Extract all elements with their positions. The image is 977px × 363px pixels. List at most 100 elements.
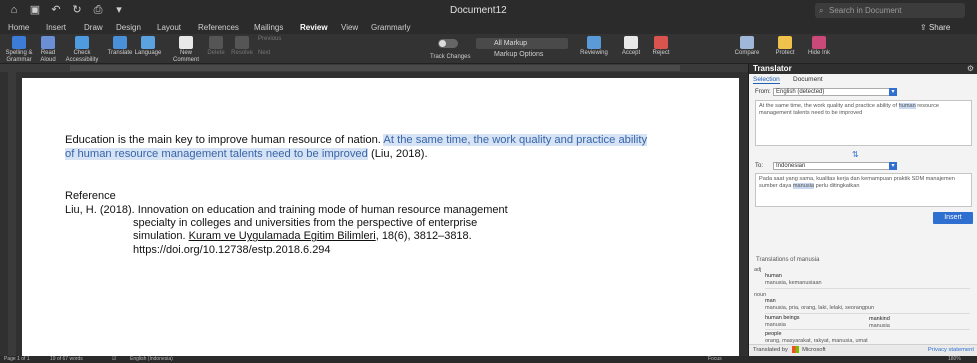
microsoft-logo-icon — [791, 345, 799, 353]
paragraph-text: Education is the main key to improve hum… — [65, 134, 384, 146]
to-language-value: Indonesian — [776, 163, 806, 169]
translator-header: Translator ⚙ — [749, 64, 977, 74]
tab-view[interactable]: View — [341, 22, 358, 34]
resolve-icon — [235, 36, 249, 49]
tab-insert[interactable]: Insert — [46, 22, 66, 34]
translate-button[interactable]: Translate — [106, 36, 134, 57]
spelling-icon — [12, 36, 26, 49]
vertical-ruler[interactable] — [8, 72, 16, 356]
compare-button[interactable]: Compare — [732, 36, 762, 57]
tab-design[interactable]: Design — [116, 22, 141, 34]
privacy-statement-link[interactable]: Privacy statement — [928, 345, 974, 356]
language-label: Language — [134, 50, 162, 56]
delete-comment-button[interactable]: Delete — [206, 36, 226, 57]
entry-alts: orang, masyarakat, rakyat, manusia, umat — [765, 337, 868, 344]
print-icon[interactable]: ⎙ — [92, 4, 104, 16]
to-language-select[interactable]: Indonesian ▾ — [773, 162, 897, 170]
next-comment-button[interactable]: Next — [258, 50, 288, 57]
reference-line-1: Liu, H. (2018). Innovation on education … — [65, 204, 508, 216]
translator-title: Translator — [753, 64, 792, 73]
home-icon[interactable]: ⌂ — [8, 4, 20, 16]
translator-footer: Translated by Microsoft Privacy statemen… — [749, 344, 977, 356]
globe-icon — [141, 36, 155, 49]
tab-document[interactable]: Document — [793, 76, 823, 83]
dictionary-title[interactable]: Translations of manusia — [756, 257, 819, 263]
compare-icon — [740, 36, 754, 49]
ink-icon — [812, 36, 826, 49]
chevron-down-icon: ▾ — [889, 88, 897, 96]
read-aloud-button[interactable]: Read Aloud — [36, 36, 60, 64]
reviewing-pane-button[interactable]: Reviewing — [580, 36, 608, 57]
markup-select[interactable]: All Markup — [476, 38, 568, 49]
to-label: To: — [755, 163, 764, 169]
proofing-icon[interactable]: ☑ — [112, 356, 116, 363]
lock-icon — [778, 36, 792, 49]
new-comment-button[interactable]: New Comment — [172, 36, 200, 64]
customize-icon[interactable]: ▾ — [113, 4, 125, 16]
tab-references[interactable]: References — [198, 22, 239, 34]
reference-entry[interactable]: Liu, H. (2018). Innovation on education … — [65, 204, 655, 257]
target-highlight-word: manusia — [792, 182, 815, 189]
previous-comment-button[interactable]: Previous — [258, 36, 288, 43]
accept-button[interactable]: Accept — [618, 36, 644, 57]
body-paragraph[interactable]: Education is the main key to improve hum… — [65, 134, 655, 161]
target-text-post: perlu ditingkatkan — [814, 182, 860, 189]
reviewing-icon — [587, 36, 601, 49]
entry-alts: manusia — [765, 321, 786, 328]
spelling-grammar-button[interactable]: Spelling & Grammar — [4, 36, 34, 64]
undo-icon[interactable]: ↶ — [50, 4, 62, 16]
page-count[interactable]: Page 1 of 1 — [4, 356, 30, 363]
swap-languages-icon[interactable]: ⇅ — [852, 150, 859, 159]
resolve-button[interactable]: Resolve — [230, 36, 254, 57]
protect-label: Protect — [775, 50, 795, 56]
entry-alts: manusia, kemanusiaan — [765, 279, 822, 286]
tab-selection[interactable]: Selection — [753, 76, 780, 84]
check-accessibility-button[interactable]: Check Accessibility — [62, 36, 102, 64]
tab-layout[interactable]: Layout — [157, 22, 181, 34]
save-icon[interactable]: ▣ — [29, 4, 41, 16]
gear-icon[interactable]: ⚙ — [967, 64, 974, 74]
from-language-value: English (detected) — [776, 89, 825, 95]
title-bar: ⌂ ▣ ↶ ↻ ⎙ ▾ Document12 ⌕ Search in Docum… — [0, 0, 977, 22]
protect-button[interactable]: Protect — [772, 36, 798, 57]
horizontal-ruler[interactable] — [0, 64, 748, 72]
compare-label: Compare — [734, 50, 760, 56]
resolve-label: Resolve — [231, 50, 253, 56]
word-window: ⌂ ▣ ↶ ↻ ⎙ ▾ Document12 ⌕ Search in Docum… — [0, 0, 977, 363]
accessibility-label: Check Accessibility — [65, 50, 99, 63]
tab-grammarly[interactable]: Grammarly — [371, 22, 411, 34]
zoom-level[interactable]: 180% — [948, 356, 961, 363]
from-language-select[interactable]: English (detected) ▾ — [773, 88, 897, 96]
search-icon: ⌕ — [819, 6, 824, 15]
share-button[interactable]: ⇪ Share — [920, 22, 950, 34]
tab-mailings[interactable]: Mailings — [254, 22, 283, 34]
target-text-box[interactable]: Pada saat yang sama, kualitas kerja dan … — [755, 173, 972, 207]
reference-line-3-post: , 18(6), 3812–3818. — [375, 230, 472, 243]
source-text-box[interactable]: At the same time, the work quality and p… — [755, 100, 972, 146]
tab-home[interactable]: Home — [8, 22, 29, 34]
divider — [765, 329, 970, 330]
reject-icon — [654, 36, 668, 49]
track-changes-toggle[interactable] — [438, 39, 458, 48]
translate-label: Translate — [107, 50, 133, 56]
hide-ink-button[interactable]: Hide Ink — [806, 36, 832, 57]
track-changes-label: Track Changes — [430, 54, 471, 60]
tab-draw[interactable]: Draw — [84, 22, 103, 34]
tab-review[interactable]: Review — [300, 22, 328, 34]
search-input[interactable]: ⌕ Search in Document — [815, 3, 965, 18]
dictionary-entry: man manusia, pria, orang, laki, lelaki, … — [765, 298, 874, 311]
markup-select-value: All Markup — [494, 40, 528, 47]
word-count[interactable]: 19 of 67 words — [50, 356, 83, 363]
language-button[interactable]: Language — [134, 36, 162, 57]
journal-name: Kuram ve Uygulamada Egitim Bilimleri — [188, 230, 376, 243]
focus-button[interactable]: Focus — [708, 356, 722, 363]
document-page[interactable]: Education is the main key to improve hum… — [22, 78, 739, 356]
language-status[interactable]: English (Indonesia) — [130, 356, 173, 363]
redo-icon[interactable]: ↻ — [71, 4, 83, 16]
source-text-pre: At the same time, the work quality and p… — [759, 103, 899, 109]
entry-alts: manusia — [869, 322, 890, 329]
insert-button[interactable]: Insert — [933, 212, 973, 224]
reference-line-3-pre: simulation. — [133, 230, 189, 243]
reject-button[interactable]: Reject — [648, 36, 674, 57]
markup-options-button[interactable]: Markup Options — [476, 51, 543, 58]
